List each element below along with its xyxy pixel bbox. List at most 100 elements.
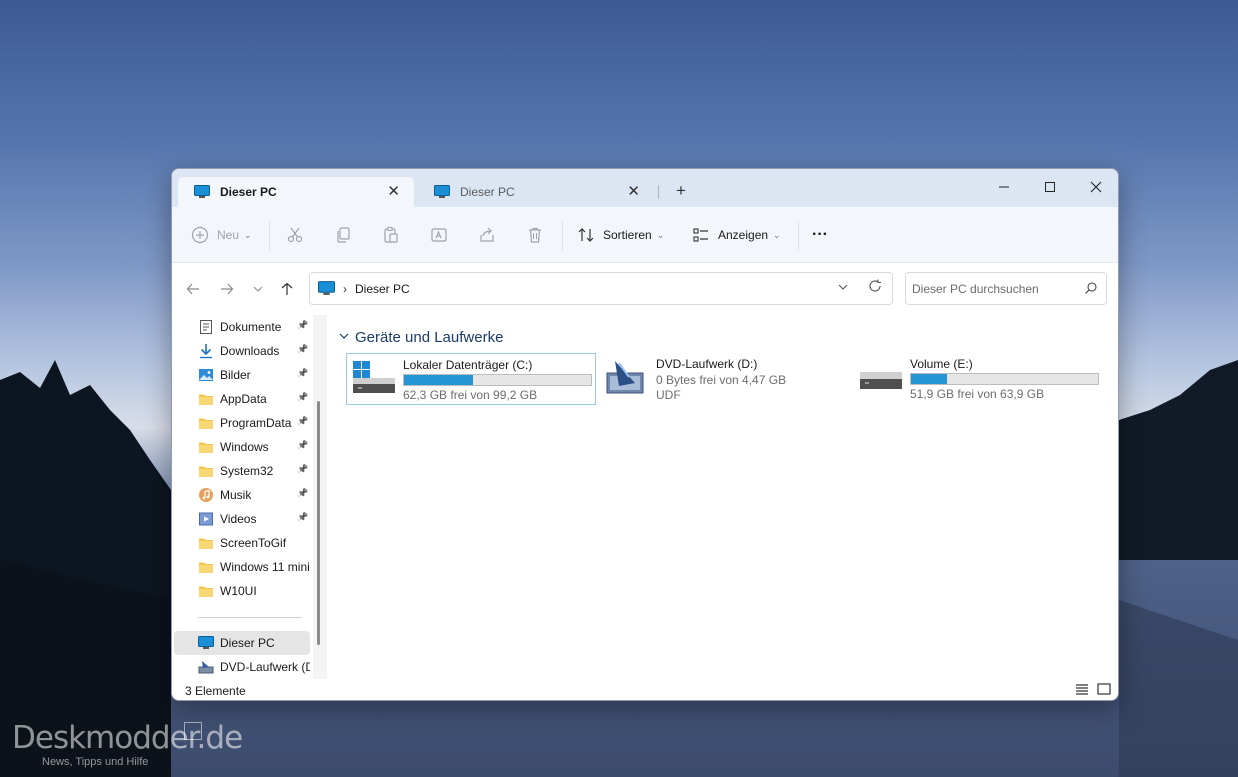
address-bar[interactable]: › Dieser PC (309, 272, 893, 305)
chevron-down-icon: ⌄ (244, 229, 252, 240)
drive-free-space: 0 Bytes frei von 4,47 GB (656, 373, 787, 387)
view-button[interactable]: Anzeigen ⌄ (692, 223, 781, 247)
new-button[interactable]: Neu ⌄ (191, 223, 252, 247)
sidebar-item-windows[interactable]: Windows 📌 (174, 435, 310, 459)
sidebar-item-label: Dieser PC (220, 636, 275, 650)
pin-icon[interactable]: 📌 (297, 488, 308, 499)
this-pc-icon (198, 636, 214, 649)
arrow-right-icon (221, 283, 234, 295)
drive-item-d[interactable]: DVD-Laufwerk (D:) 0 Bytes frei von 4,47 … (600, 353, 850, 405)
maximize-icon (1045, 182, 1055, 192)
paste-button[interactable] (382, 223, 400, 247)
drive-item-e[interactable]: Volume (E:) 51,9 GB frei von 63,9 GB (854, 353, 1104, 405)
sidebar-item-dieser-pc[interactable]: Dieser PC (174, 631, 310, 655)
address-history-dropdown[interactable] (838, 282, 848, 295)
minimize-icon (999, 186, 1009, 188)
sidebar-item-system32[interactable]: System32 📌 (174, 459, 310, 483)
pin-icon[interactable]: 📌 (297, 320, 308, 331)
refresh-button[interactable] (868, 279, 882, 297)
pin-icon[interactable]: 📌 (297, 512, 308, 523)
sidebar-item-label: Windows (220, 440, 269, 454)
watermark-title: Deskmodder.de (12, 720, 243, 756)
view-label: Anzeigen (718, 228, 769, 242)
minimize-button[interactable] (981, 173, 1027, 201)
sidebar-scrollbar-thumb[interactable] (317, 401, 320, 645)
chevron-down-icon: ⌄ (773, 229, 781, 240)
sidebar-item-musik[interactable]: Musik 📌 (174, 483, 310, 507)
drive-filesystem: UDF (656, 388, 681, 402)
sidebar-item-windows-11-mini[interactable]: Windows 11 mini (174, 555, 310, 579)
pin-icon[interactable]: 📌 (297, 464, 308, 475)
navigation-pane: W10UI Windows 11 mini ScreenToGif Videos 📌 Mu… (172, 315, 327, 679)
sidebar-item-w10ui[interactable]: W10UI (174, 579, 310, 603)
sidebar-item-videos[interactable]: Videos 📌 (174, 507, 310, 531)
sidebar-item-bilder[interactable]: Bilder 📌 (174, 363, 310, 387)
share-icon (480, 227, 494, 242)
address-row: › Dieser PC (172, 263, 1118, 315)
sidebar-item-label: DVD-Laufwerk (D: (220, 660, 310, 674)
sidebar-item-dvd-drive[interactable]: DVD-Laufwerk (D: (174, 655, 310, 679)
sidebar-item-appdata[interactable]: AppData 📌 (174, 387, 310, 411)
pin-icon[interactable]: 📌 (297, 416, 308, 427)
more-options-button[interactable]: ··· (812, 223, 828, 247)
video-icon (199, 512, 213, 526)
drive-name: Volume (E:) (910, 357, 973, 371)
search-box[interactable] (905, 272, 1107, 305)
sidebar-item-label: AppData (220, 392, 267, 406)
forward-button[interactable] (215, 277, 239, 301)
new-tab-button[interactable]: + (676, 181, 686, 201)
copy-button[interactable] (334, 223, 352, 247)
tab-separator (658, 185, 659, 199)
details-view-button[interactable] (1075, 683, 1091, 697)
back-button[interactable] (181, 277, 205, 301)
close-tab-icon[interactable]: ✕ (387, 182, 400, 200)
folder-icon (199, 442, 213, 453)
sidebar-item-screentogif[interactable]: ScreenToGif (174, 531, 310, 555)
pin-icon[interactable]: 📌 (297, 440, 308, 451)
share-button[interactable] (478, 223, 496, 247)
close-window-button[interactable] (1073, 173, 1118, 201)
sidebar-item-label: Bilder (220, 368, 251, 382)
sidebar-item-downloads[interactable]: Downloads 📌 (174, 339, 310, 363)
delete-button[interactable] (526, 223, 544, 247)
sidebar-item-programdata[interactable]: ProgramData 📌 (174, 411, 310, 435)
breadcrumb-dieser-pc[interactable]: Dieser PC (355, 282, 410, 296)
breadcrumb-chevron-icon[interactable]: › (343, 282, 347, 296)
trash-icon (529, 227, 541, 243)
cut-button[interactable] (286, 223, 304, 247)
tab-dieser-pc-inactive[interactable]: Dieser PC ✕ (418, 177, 654, 207)
this-pc-icon (318, 281, 335, 295)
drive-item-c[interactable]: Lokaler Datenträger (C:) 62,3 GB frei vo… (346, 353, 596, 405)
group-header-devices[interactable]: Geräte und Laufwerke (339, 329, 503, 346)
sidebar-item-label: Windows 11 mini (220, 560, 310, 574)
up-button[interactable] (275, 277, 299, 301)
pin-icon[interactable]: 📌 (297, 344, 308, 355)
new-label: Neu (217, 228, 240, 242)
sidebar-item-label: Downloads (220, 344, 280, 358)
sidebar-item-dokumente[interactable]: Dokumente 📌 (174, 315, 310, 339)
details-view-icon (1076, 684, 1088, 695)
rename-button[interactable] (430, 223, 448, 247)
pin-icon[interactable]: 📌 (297, 392, 308, 403)
sidebar-item-label: Dokumente (220, 320, 282, 334)
windows-drive-icon (353, 361, 395, 393)
search-icon[interactable] (1084, 281, 1098, 295)
folder-icon (199, 394, 213, 405)
rename-icon (431, 228, 447, 242)
maximize-button[interactable] (1027, 173, 1073, 201)
tab-dieser-pc-active[interactable]: Dieser PC ✕ (178, 177, 414, 207)
pin-icon[interactable]: 📌 (297, 368, 308, 379)
sidebar-item-label: W10UI (220, 584, 257, 598)
paste-icon (384, 227, 398, 243)
sort-button[interactable]: Sortieren ⌄ (577, 223, 664, 247)
document-icon (200, 320, 212, 334)
folder-icon (199, 466, 213, 477)
recent-locations-button[interactable] (246, 277, 270, 301)
sidebar-scrollbar[interactable] (313, 315, 327, 679)
folder-icon (199, 562, 213, 573)
search-input[interactable] (912, 281, 1080, 296)
tiles-view-button[interactable] (1097, 683, 1113, 697)
close-tab-icon[interactable]: ✕ (627, 182, 640, 200)
drive-usage-bar (403, 374, 592, 386)
tab-label: Dieser PC (460, 185, 515, 199)
